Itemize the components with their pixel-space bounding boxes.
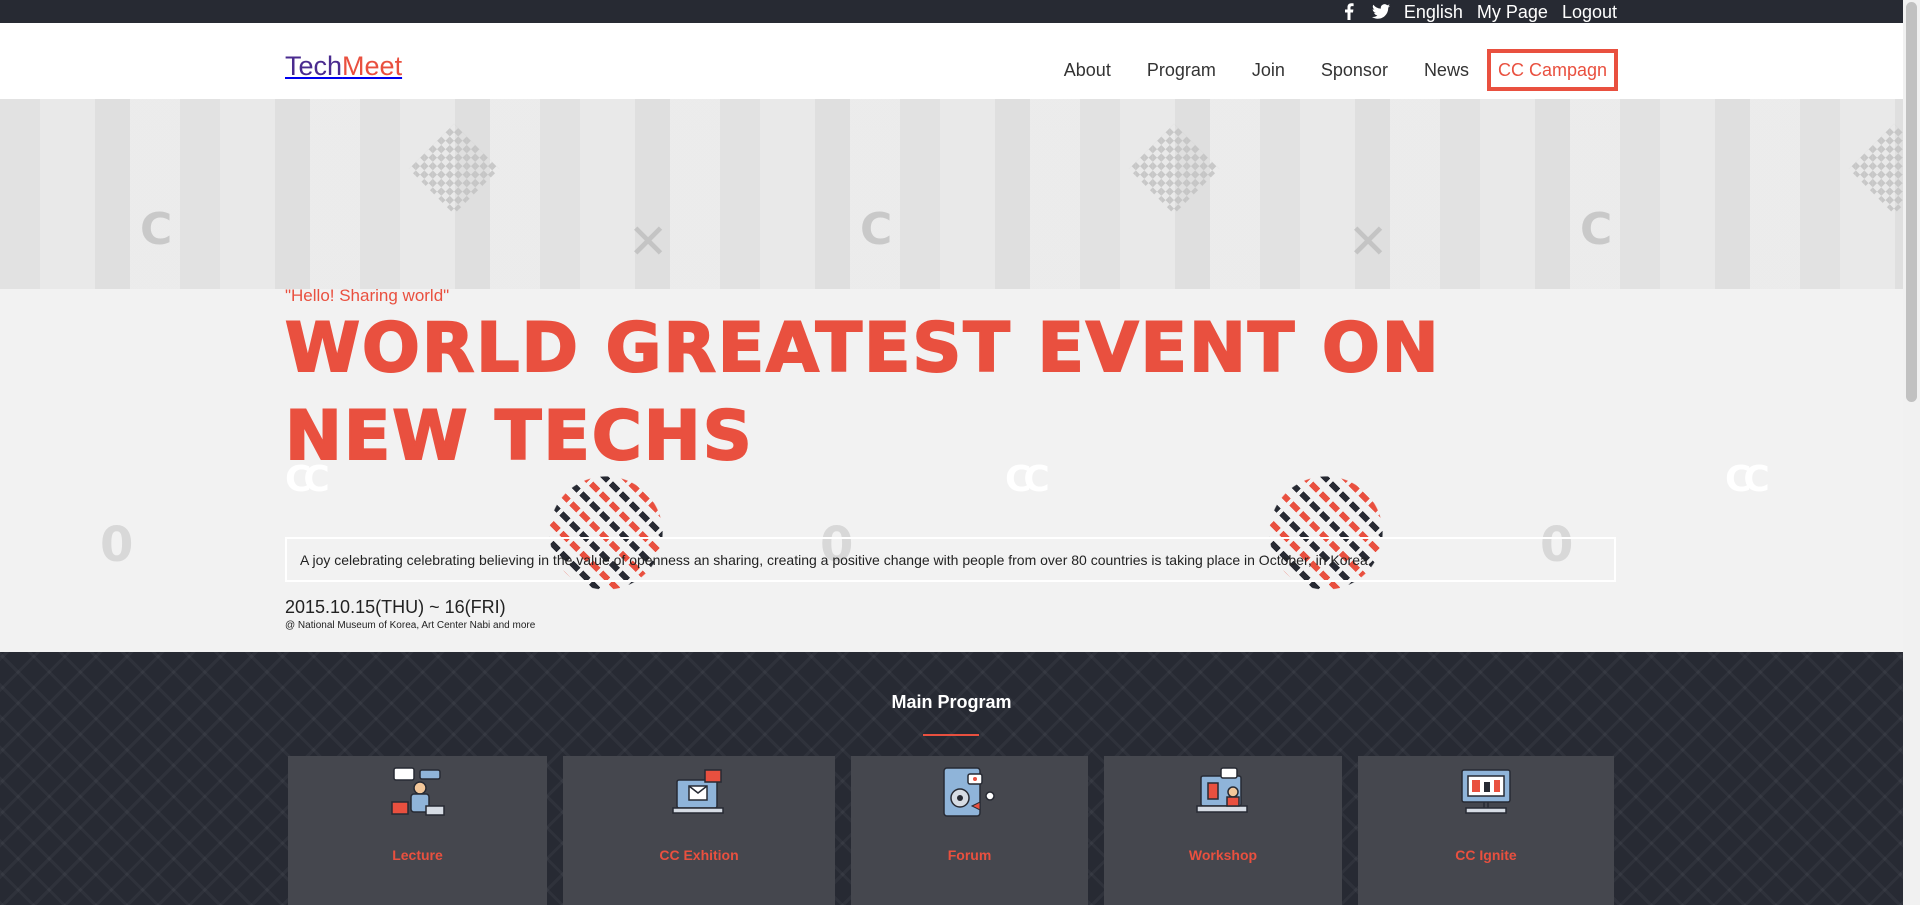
- program-card-lecture[interactable]: Lecture: [288, 756, 547, 905]
- ignite-icon: [1458, 766, 1514, 818]
- facebook-icon[interactable]: [1340, 3, 1358, 21]
- program-card-workshop[interactable]: Workshop: [1104, 756, 1342, 905]
- program-card-forum[interactable]: Forum: [851, 756, 1088, 905]
- hero-section: C C C ✕ ✕ CC CC CC 0 0 0 "Hello! Sharing…: [0, 99, 1903, 652]
- hero-background-photo: [1440, 99, 1903, 289]
- hero-background-photo: [720, 99, 1440, 289]
- workshop-icon: [1195, 766, 1251, 818]
- exhibition-icon: [671, 766, 727, 818]
- mypage-link[interactable]: My Page: [1477, 2, 1548, 22]
- hero-description: A joy celebrating celebrating believing …: [285, 537, 1616, 582]
- decorative-x-glyph: ✕: [1348, 214, 1389, 270]
- nav-sponsor[interactable]: Sponsor: [1321, 59, 1388, 81]
- logout-link[interactable]: Logout: [1562, 2, 1617, 22]
- lecture-icon: [390, 766, 446, 818]
- program-card-label: Lecture: [392, 847, 443, 863]
- program-card-label: CC Ignite: [1455, 847, 1517, 863]
- scrollbar-thumb[interactable]: [1906, 2, 1917, 402]
- nav-join[interactable]: Join: [1252, 59, 1285, 81]
- twitter-icon[interactable]: [1371, 3, 1390, 21]
- nav-cc-campaign[interactable]: CC Campagn: [1486, 49, 1618, 91]
- decorative-cc-glyph: C: [860, 204, 893, 255]
- hero-tagline: "Hello! Sharing world": [285, 286, 450, 305]
- decorative-cc-glyph: C: [1580, 204, 1613, 255]
- event-venue: @ National Museum of Korea, Art Center N…: [285, 620, 536, 631]
- language-link[interactable]: English: [1404, 2, 1463, 22]
- nav-program[interactable]: Program: [1147, 59, 1216, 81]
- program-card-label: Workshop: [1188, 847, 1258, 863]
- decorative-zero-glyph: 0: [100, 517, 134, 573]
- hero-description-text: A joy celebrating celebrating believing …: [300, 551, 1372, 568]
- decorative-x-glyph: ✕: [628, 214, 669, 270]
- event-date: 2015.10.15(THU) ~ 16(FRI): [285, 597, 506, 617]
- logo-meet-text: Meet: [342, 51, 403, 81]
- main-program-section: Main Program Lecture CC Exhition Forum W…: [0, 652, 1903, 905]
- main-nav: About Program Join Sponsor News CC Campa…: [1028, 49, 1618, 91]
- section-title: Main Program: [891, 692, 1012, 712]
- nav-news[interactable]: News: [1424, 59, 1469, 81]
- page-scrollbar[interactable]: [1903, 0, 1920, 905]
- decorative-cc-glyph: C: [140, 204, 173, 255]
- nav-about[interactable]: About: [1064, 59, 1111, 81]
- hero-background-photo: [0, 99, 720, 289]
- logo-tech-text: Tech: [285, 51, 343, 81]
- site-logo[interactable]: TechMeet: [285, 51, 402, 81]
- top-bar-links: English My Page Logout: [1340, 0, 1617, 23]
- program-card-label: Forum: [947, 847, 992, 863]
- forum-icon: [942, 766, 998, 818]
- program-card-label: CC Exhition: [659, 847, 739, 863]
- program-card-cc-ignite[interactable]: CC Ignite: [1358, 756, 1614, 905]
- section-title-underline: [923, 734, 979, 736]
- top-bar: English My Page Logout: [0, 0, 1903, 23]
- program-card-cc-exhibition[interactable]: CC Exhition: [563, 756, 835, 905]
- decorative-cc-glyph: CC: [1725, 459, 1770, 500]
- site-header: TechMeet About Program Join Sponsor News…: [0, 23, 1903, 99]
- hero-title: WORLD GREATEST EVENT ON NEW TECHS: [284, 308, 1441, 477]
